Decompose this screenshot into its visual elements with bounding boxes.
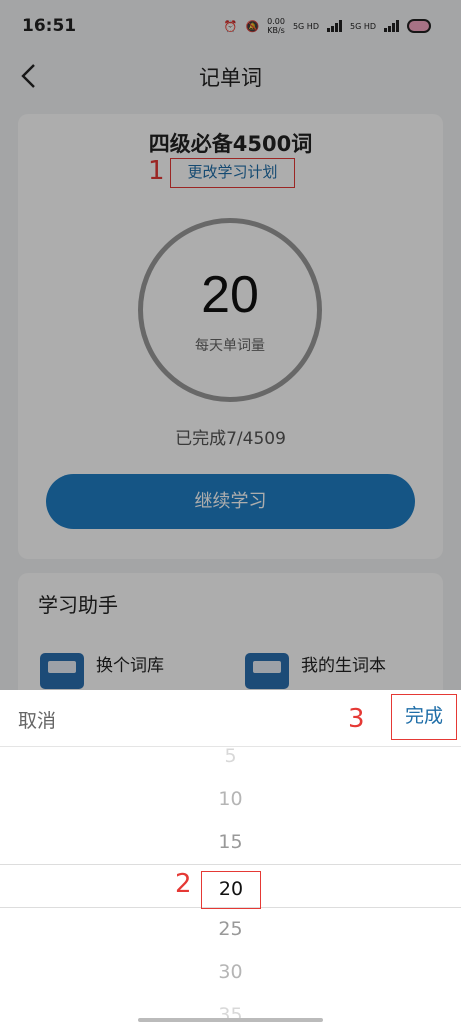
cancel-button[interactable]: 取消 bbox=[18, 706, 56, 733]
picker-option[interactable]: 15 bbox=[0, 831, 461, 853]
done-button[interactable]: 完成 bbox=[391, 694, 457, 740]
picker-sheet: 取消 3 完成 5 10 15 2 20 25 30 35 bbox=[0, 690, 461, 1024]
picker-divider-top bbox=[0, 864, 461, 865]
annotation-2: 2 bbox=[175, 869, 192, 899]
picker-option[interactable]: 5 bbox=[0, 747, 461, 767]
picker-option[interactable]: 10 bbox=[0, 788, 461, 810]
number-picker[interactable]: 5 10 15 2 20 25 30 35 bbox=[0, 747, 461, 1024]
picker-selected-option[interactable]: 20 bbox=[201, 871, 261, 909]
picker-option[interactable]: 25 bbox=[0, 918, 461, 940]
home-indicator[interactable] bbox=[138, 1018, 323, 1022]
picker-option[interactable]: 30 bbox=[0, 961, 461, 983]
picker-header: 取消 3 完成 bbox=[0, 690, 461, 747]
annotation-3: 3 bbox=[348, 704, 365, 734]
